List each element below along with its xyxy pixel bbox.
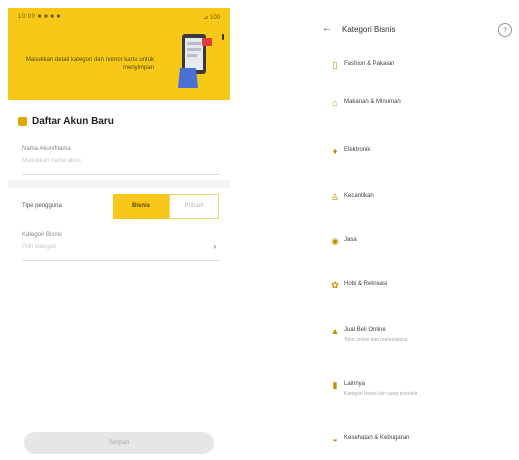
store-icon xyxy=(18,117,27,126)
online-shop-icon: ▲ xyxy=(330,326,340,336)
status-icons: ⊿ 100 xyxy=(203,15,220,21)
category-subtitle: Kategori bisnis lain yang tersedia xyxy=(344,391,418,397)
business-category-label: Kategori Bisnis xyxy=(22,232,63,238)
clothing-icon: ▯ xyxy=(332,60,338,70)
hero-banner: 10:00 ■ ■ ■ ■ ⊿ 100 Masukkan detail kate… xyxy=(8,8,230,100)
other-icon: ▮ xyxy=(332,380,338,390)
account-name-label: Nama Akun/Nama xyxy=(22,146,71,152)
category-label: Lainnya xyxy=(344,381,366,387)
category-label: Makanan & Minuman xyxy=(344,99,401,105)
type-business-button[interactable]: Bisnis xyxy=(113,194,169,219)
form-title: Daftar Akun Baru xyxy=(32,116,114,127)
hero-text: Masukkan detail kategori dan nomor kartu… xyxy=(25,57,154,71)
help-icon[interactable]: ? xyxy=(498,23,512,37)
category-label: Jual Beli Online xyxy=(344,327,386,333)
status-time: 10:00 ■ ■ ■ ■ xyxy=(18,14,61,20)
back-arrow-icon[interactable]: ← xyxy=(322,23,332,34)
health-icon: ◒ xyxy=(332,434,338,444)
business-category-value: Pilih kategori xyxy=(22,244,57,250)
category-label: Kesehatan & Kebugaran xyxy=(344,435,410,441)
account-name-field[interactable]: Nama Akun/Nama Masukkan nama akun xyxy=(22,146,220,175)
category-picker-screen: ← Kategori Bisnis ? ▯ Fashion & Pakaian … xyxy=(296,8,518,454)
phone-illustration-icon xyxy=(178,34,212,88)
section-divider xyxy=(8,180,230,188)
category-label: Kecantikan xyxy=(344,193,374,199)
service-icon: ◉ xyxy=(331,236,339,246)
business-category-field[interactable]: Kategori Bisnis Pilih kategori › xyxy=(22,232,220,261)
user-type-label: Tipe pengguna xyxy=(22,203,62,209)
status-bar: 10:00 ■ ■ ■ ■ ⊿ 100 xyxy=(8,8,230,26)
beauty-icon: ♙ xyxy=(330,192,340,202)
category-label: Fashion & Pakaian xyxy=(344,61,395,67)
account-name-input[interactable]: Masukkan nama akun xyxy=(22,158,81,164)
category-subtitle: Toko online dan marketplace xyxy=(344,337,408,343)
category-label: Jasa xyxy=(344,237,357,243)
save-button[interactable]: Simpan xyxy=(24,432,214,454)
electronics-icon: ♦ xyxy=(332,146,338,156)
type-personal-button[interactable]: Pribadi xyxy=(169,194,219,219)
hobby-icon: ✿ xyxy=(331,280,339,290)
menu-dot-icon[interactable] xyxy=(222,34,224,40)
new-account-screen: 10:00 ■ ■ ■ ■ ⊿ 100 Masukkan detail kate… xyxy=(8,8,230,454)
chevron-right-icon: › xyxy=(213,242,216,251)
category-label: Elektronik xyxy=(344,147,371,153)
food-icon: ⌂ xyxy=(332,98,338,108)
category-label: Hobi & Rekreasi xyxy=(344,281,388,287)
header: ← Kategori Bisnis ? xyxy=(296,22,518,42)
page-title: Kategori Bisnis xyxy=(342,25,396,34)
